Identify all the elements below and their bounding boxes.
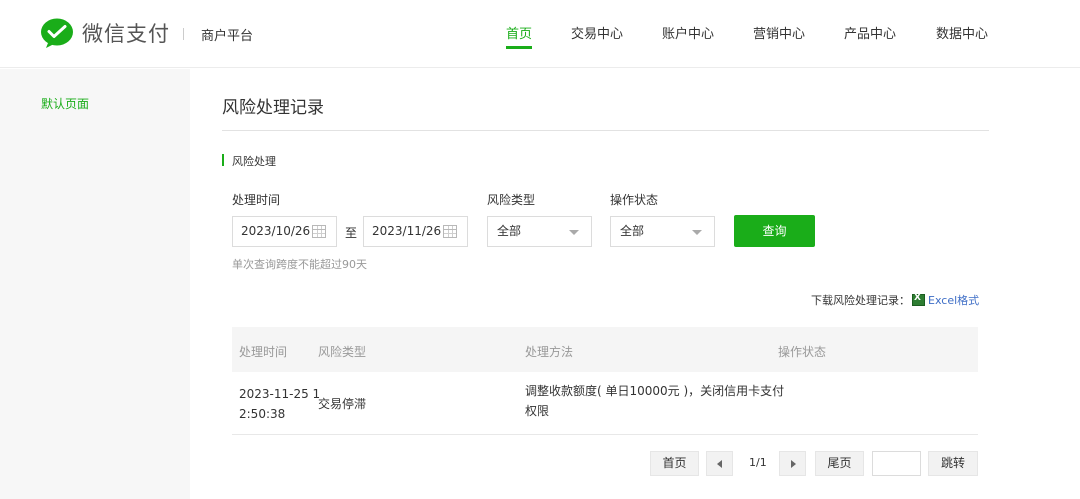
cell-method-line1: 调整收款额度( 单日10000元 )，关闭信用卡支付 <box>525 384 785 398</box>
column-header-risk-type: 风险类型 <box>318 345 367 359</box>
download-row: 下载风险处理记录： Excel格式 <box>811 292 979 308</box>
risk-type-select[interactable]: 全部 <box>487 216 592 247</box>
cell-method-line2: 权限 <box>525 404 550 418</box>
download-label: 下载风险处理记录： <box>811 294 910 307</box>
prev-page-icon <box>717 460 722 468</box>
table-header: 处理时间 风险类型 处理方法 操作状态 <box>232 327 978 372</box>
time-label: 处理时间 <box>232 193 281 207</box>
status-select[interactable]: 全部 <box>610 216 715 247</box>
column-header-method: 处理方法 <box>525 345 574 359</box>
next-page-button[interactable] <box>779 451 806 476</box>
first-page-button[interactable]: 首页 <box>650 451 699 476</box>
date-range-separator: 至 <box>345 226 358 240</box>
sidebar: 默认页面 <box>0 69 190 499</box>
next-page-icon <box>791 460 796 468</box>
prev-page-button[interactable] <box>706 451 733 476</box>
query-button[interactable]: 查询 <box>734 215 815 247</box>
calendar-icon[interactable] <box>312 225 326 238</box>
cell-time-line1: 2023-11-25 1 <box>239 387 321 401</box>
end-date-field[interactable]: 2023/11/26 <box>363 216 468 247</box>
status-value: 全部 <box>620 224 645 238</box>
dropdown-caret-icon <box>569 230 579 235</box>
nav-account[interactable]: 账户中心 <box>662 23 714 68</box>
section-marker <box>222 154 224 166</box>
start-date-field[interactable]: 2023/10/26 <box>232 216 337 247</box>
start-date-value: 2023/10/26 <box>241 224 311 238</box>
calendar-icon[interactable] <box>443 225 457 238</box>
title-divider <box>222 130 989 131</box>
risk-type-value: 全部 <box>497 224 522 238</box>
nav-home[interactable]: 首页 <box>506 23 533 68</box>
nav-data[interactable]: 数据中心 <box>936 23 988 68</box>
cell-time-line2: 2:50:38 <box>239 407 286 421</box>
query-range-hint: 单次查询跨度不能超过90天 <box>232 258 367 271</box>
nav-products[interactable]: 产品中心 <box>844 23 896 68</box>
last-page-button[interactable]: 尾页 <box>815 451 864 476</box>
column-header-status: 操作状态 <box>778 345 827 359</box>
cell-risk-type: 交易停滞 <box>318 397 367 411</box>
cell-time: 2023-11-25 1 2:50:38 <box>239 384 320 424</box>
dropdown-caret-icon <box>692 230 702 235</box>
section-title: 风险处理 <box>232 155 276 168</box>
risk-type-label: 风险类型 <box>487 193 536 207</box>
page-title: 风险处理记录 <box>222 98 324 118</box>
top-header: 微信支付 商户平台 首页 交易中心 账户中心 营销中心 产品中心 数据中心 <box>0 0 1080 68</box>
nav-marketing[interactable]: 营销中心 <box>753 23 805 68</box>
cell-method: 调整收款额度( 单日10000元 )，关闭信用卡支付 权限 <box>525 381 784 421</box>
end-date-value: 2023/11/26 <box>372 224 442 238</box>
jump-page-input[interactable] <box>872 451 921 476</box>
page-indicator: 1/1 <box>749 456 767 469</box>
status-label: 操作状态 <box>610 193 659 207</box>
sidebar-item-default[interactable]: 默认页面 <box>41 95 89 112</box>
nav-transactions[interactable]: 交易中心 <box>571 23 623 68</box>
excel-download-link[interactable]: Excel格式 <box>928 292 979 308</box>
jump-button[interactable]: 跳转 <box>928 451 978 476</box>
main-nav: 首页 交易中心 账户中心 营销中心 产品中心 数据中心 <box>0 23 1080 68</box>
table-row: 2023-11-25 1 2:50:38 交易停滞 调整收款额度( 单日1000… <box>232 372 978 435</box>
excel-icon[interactable] <box>912 293 925 306</box>
column-header-time: 处理时间 <box>239 345 288 359</box>
risk-records-table: 处理时间 风险类型 处理方法 操作状态 2023-11-25 1 2:50:38… <box>232 327 978 435</box>
